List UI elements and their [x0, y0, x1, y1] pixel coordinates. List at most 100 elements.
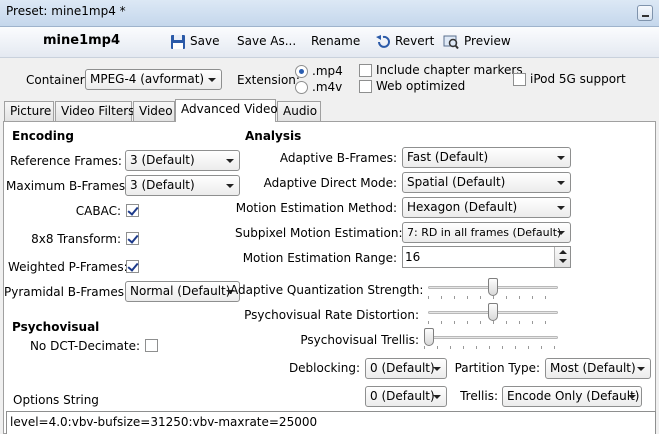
container-label: Container: [26, 73, 89, 87]
trellis-dropdown[interactable]: Encode Only (Default) [502, 386, 642, 407]
ext-mp4-radio[interactable] [295, 65, 308, 78]
slider-track [424, 336, 558, 339]
chevron-down-icon [637, 367, 645, 371]
slider-ticks [428, 321, 558, 324]
no-dct-label: No DCT-Decimate: [29, 339, 140, 353]
chapter-markers-label: Include chapter markers [376, 63, 523, 77]
deblocking-value-2: 0 (Default) [370, 389, 435, 403]
chevron-down-icon [557, 156, 565, 160]
chevron-down-icon [433, 395, 441, 399]
preview-icon [443, 35, 459, 50]
trellis-label: Trellis: [460, 389, 498, 403]
weighted-p-checkbox[interactable] [126, 260, 139, 273]
tab-audio[interactable]: Audio [277, 101, 321, 121]
weighted-p-label: Weighted P-Frames: [8, 260, 128, 274]
minimize-icon [642, 15, 649, 17]
transform-checkbox[interactable] [126, 232, 139, 245]
toolbar: mine1mp4 Save Save As... Rename Revert P… [0, 27, 659, 58]
chevron-down-icon [557, 181, 565, 185]
ext-m4v-radio[interactable] [295, 81, 308, 94]
chevron-down-icon [226, 159, 234, 163]
ext-mp4-label: .mp4 [312, 64, 343, 78]
web-optimized-checkbox[interactable] [359, 80, 372, 93]
max-b-frames-value: 3 (Default) [130, 178, 195, 192]
save-icon [171, 35, 185, 49]
me-method-value: Hexagon (Default) [407, 200, 518, 214]
adaptive-b-dropdown[interactable]: Fast (Default) [402, 147, 571, 168]
chevron-down-icon [226, 184, 234, 188]
psy-rd-slider[interactable] [428, 303, 558, 324]
me-range-stepper[interactable] [554, 247, 570, 267]
save-as-button[interactable]: Save As... [237, 34, 296, 48]
direct-mode-value: Spatial (Default) [407, 175, 506, 189]
pyramidal-label: Pyramidal B-Frames: [4, 285, 129, 299]
adaptive-b-value: Fast (Default) [407, 150, 489, 164]
me-range-label: Motion Estimation Range: [242, 251, 397, 265]
partition-value: Most (Default) [550, 361, 636, 375]
me-method-dropdown[interactable]: Hexagon (Default) [402, 197, 571, 218]
extension-label: Extension: [237, 73, 300, 87]
psy-trellis-label: Psychovisual Trellis: [300, 333, 419, 347]
adaptive-b-label: Adaptive B-Frames: [279, 151, 397, 165]
minimize-button[interactable] [637, 5, 653, 21]
window-title: Preset: mine1mp4 * [6, 4, 126, 18]
reference-frames-label: Reference Frames: [10, 154, 122, 168]
deblocking-dropdown-2[interactable]: 0 (Default) [365, 386, 447, 407]
revert-icon [376, 35, 390, 48]
partition-label: Partition Type: [454, 361, 540, 375]
direct-mode-label: Adaptive Direct Mode: [263, 176, 397, 190]
tab-advanced-video[interactable]: Advanced Video [175, 99, 278, 122]
pyramidal-value: Normal (Default) [130, 284, 231, 298]
ext-m4v-label: .m4v [312, 80, 343, 94]
revert-button[interactable]: Revert [395, 34, 434, 48]
reference-frames-dropdown[interactable]: 3 (Default) [125, 150, 240, 171]
container-dropdown[interactable]: MPEG-4 (avformat) [85, 69, 222, 90]
preset-name: mine1mp4 [43, 33, 121, 48]
psy-trellis-slider[interactable] [424, 328, 558, 349]
psychovisual-heading: Psychovisual [12, 320, 100, 334]
cabac-checkbox[interactable] [126, 204, 139, 217]
subpixel-label: Subpixel Motion Estimation: [235, 226, 403, 240]
preview-button[interactable]: Preview [464, 34, 511, 48]
transform-label: 8x8 Transform: [31, 232, 121, 246]
deblocking-dropdown-1[interactable]: 0 (Default) [365, 358, 447, 379]
container-value: MPEG-4 (avformat) [90, 72, 205, 86]
pyramidal-dropdown[interactable]: Normal (Default) [125, 281, 240, 302]
encoding-heading: Encoding [12, 129, 74, 143]
me-range-spinner[interactable] [402, 246, 571, 268]
chevron-down-icon [557, 231, 565, 235]
spin-up-icon[interactable] [559, 250, 567, 254]
subpixel-dropdown[interactable]: 7: RD in all frames (Default) [402, 222, 571, 243]
aq-slider[interactable] [428, 278, 558, 299]
tab-video-filters[interactable]: Video Filters [55, 101, 134, 121]
deblocking-label: Deblocking: [288, 361, 360, 375]
slider-thumb[interactable] [488, 303, 498, 321]
me-range-value[interactable]: 16 [405, 250, 420, 264]
slider-thumb[interactable] [488, 278, 498, 296]
cabac-label: CABAC: [75, 204, 121, 218]
tab-picture[interactable]: Picture [4, 101, 54, 121]
no-dct-checkbox[interactable] [145, 339, 158, 352]
tab-video[interactable]: Video [133, 101, 175, 121]
chevron-down-icon [628, 395, 636, 399]
title-bar: Preset: mine1mp4 * [0, 0, 659, 27]
rename-button[interactable]: Rename [311, 34, 360, 48]
partition-dropdown[interactable]: Most (Default) [545, 358, 651, 379]
chevron-down-icon [433, 367, 441, 371]
save-button[interactable]: Save [190, 34, 219, 48]
web-optimized-label: Web optimized [376, 79, 466, 93]
options-string-value[interactable]: level=4.0:vbv-bufsize=31250:vbv-maxrate=… [10, 415, 317, 429]
analysis-heading: Analysis [245, 129, 302, 143]
max-b-frames-dropdown[interactable]: 3 (Default) [125, 175, 240, 196]
chapter-markers-checkbox[interactable] [359, 64, 372, 77]
slider-thumb[interactable] [424, 328, 434, 346]
ipod-5g-label: iPod 5G support [530, 72, 626, 86]
ipod-5g-checkbox[interactable] [513, 73, 526, 86]
options-string-label: Options String [13, 393, 99, 407]
psy-rd-label: Psychovisual Rate Distortion: [244, 308, 419, 322]
spin-down-icon[interactable] [559, 259, 567, 263]
reference-frames-value: 3 (Default) [130, 153, 195, 167]
slider-ticks [428, 296, 558, 299]
subpixel-value: 7: RD in all frames (Default) [407, 226, 562, 239]
direct-mode-dropdown[interactable]: Spatial (Default) [402, 172, 571, 193]
